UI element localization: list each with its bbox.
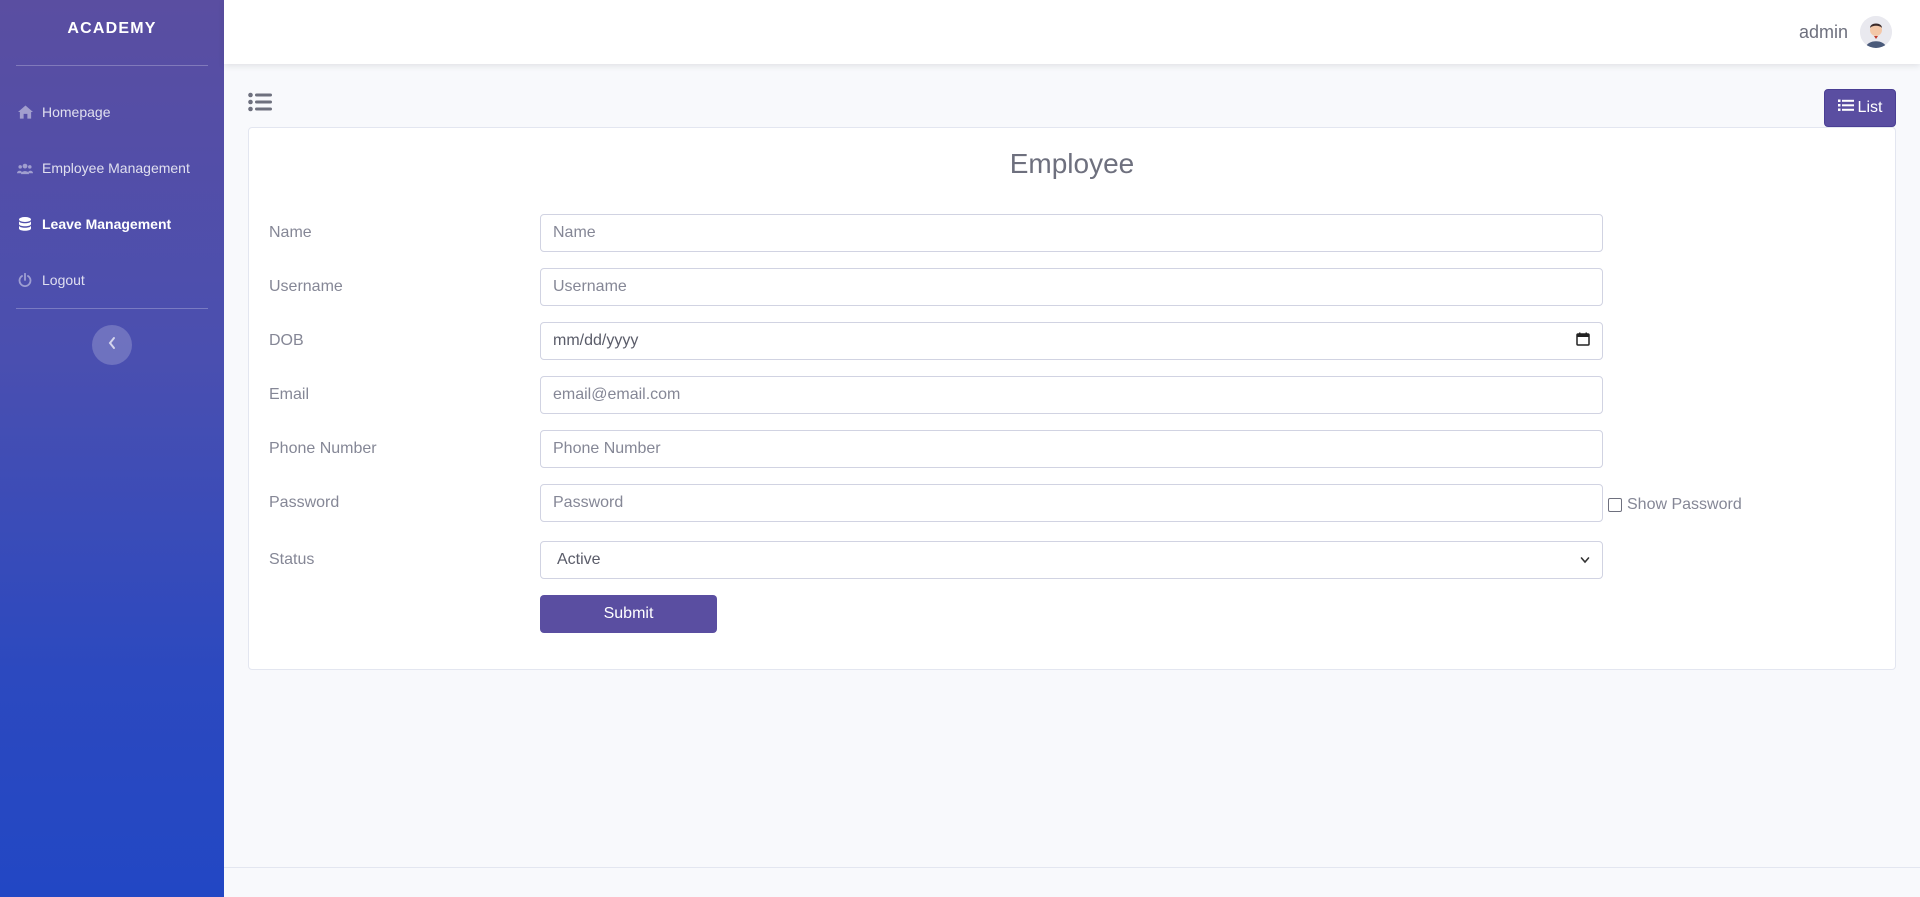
form-row-status: Status Active: [269, 541, 1603, 579]
show-password-checkbox[interactable]: [1608, 498, 1622, 512]
calendar-icon[interactable]: [1576, 332, 1590, 351]
form-row-email: Email: [269, 376, 1603, 414]
sidebar-item-label: Homepage: [42, 104, 111, 120]
phone-input[interactable]: [540, 430, 1603, 468]
form-row-name: Name: [269, 214, 1603, 252]
users-icon: [17, 160, 33, 176]
power-icon: [17, 272, 33, 288]
sidebar-item-homepage[interactable]: Homepage: [0, 84, 224, 140]
sidebar-item-label: Employee Management: [42, 160, 190, 176]
home-icon: [17, 104, 33, 120]
main-content: List Employee Name Username DOB mm/dd/yy…: [224, 64, 1920, 867]
sidebar-item-label: Logout: [42, 272, 85, 288]
sidebar-item-leave-management[interactable]: Leave Management: [0, 196, 224, 252]
email-input[interactable]: [540, 376, 1603, 414]
show-password-label: Show Password: [1627, 496, 1742, 513]
dob-label: DOB: [269, 332, 304, 349]
database-icon: [17, 216, 33, 232]
form-row-phone: Phone Number: [269, 430, 1603, 468]
chevron-down-icon: [1580, 551, 1590, 569]
list-button[interactable]: List: [1824, 89, 1896, 127]
sidebar-divider: [16, 308, 208, 309]
employee-form-card: Employee Name Username DOB mm/dd/yyyy Em…: [248, 127, 1896, 670]
footer-divider: [224, 867, 1920, 868]
username-label: Username: [269, 278, 343, 295]
dob-placeholder: mm/dd/yyyy: [553, 332, 639, 349]
form-row-password: Password Show Password: [269, 484, 1742, 522]
name-input[interactable]: [540, 214, 1603, 252]
chevron-left-icon: [107, 336, 117, 355]
submit-button[interactable]: Submit: [540, 595, 717, 633]
user-name[interactable]: admin: [1799, 22, 1848, 43]
show-password-toggle[interactable]: Show Password: [1608, 496, 1742, 514]
sidebar-nav: Homepage Employee Management Leave Manag…: [0, 84, 224, 308]
form-row-username: Username: [269, 268, 1603, 306]
sidebar-toggle-button[interactable]: [92, 325, 132, 365]
password-input[interactable]: [540, 484, 1603, 522]
topbar: admin: [224, 0, 1920, 64]
avatar[interactable]: [1860, 16, 1892, 48]
sidebar: ACADEMY Homepage Employee Management Lea…: [0, 0, 224, 897]
list-menu-icon[interactable]: [248, 92, 272, 117]
brand-title[interactable]: ACADEMY: [0, 0, 224, 58]
phone-label: Phone Number: [269, 440, 377, 457]
sidebar-divider: [16, 65, 208, 66]
name-label: Name: [269, 224, 312, 241]
sidebar-item-label: Leave Management: [42, 216, 172, 232]
list-button-label: List: [1857, 99, 1883, 116]
user-avatar-icon: [1860, 16, 1892, 48]
status-label: Status: [269, 551, 315, 568]
sidebar-item-logout[interactable]: Logout: [0, 252, 224, 308]
form-row-dob: DOB mm/dd/yyyy: [269, 322, 1603, 360]
password-label: Password: [269, 494, 340, 511]
page-title: Employee: [1009, 148, 1135, 179]
status-value: Active: [557, 551, 601, 568]
sidebar-item-employee-management[interactable]: Employee Management: [0, 140, 224, 196]
username-input[interactable]: [540, 268, 1603, 306]
list-icon: [1837, 99, 1854, 117]
status-select[interactable]: Active: [540, 541, 1603, 579]
dob-input[interactable]: mm/dd/yyyy: [540, 322, 1603, 360]
email-label: Email: [269, 386, 310, 403]
